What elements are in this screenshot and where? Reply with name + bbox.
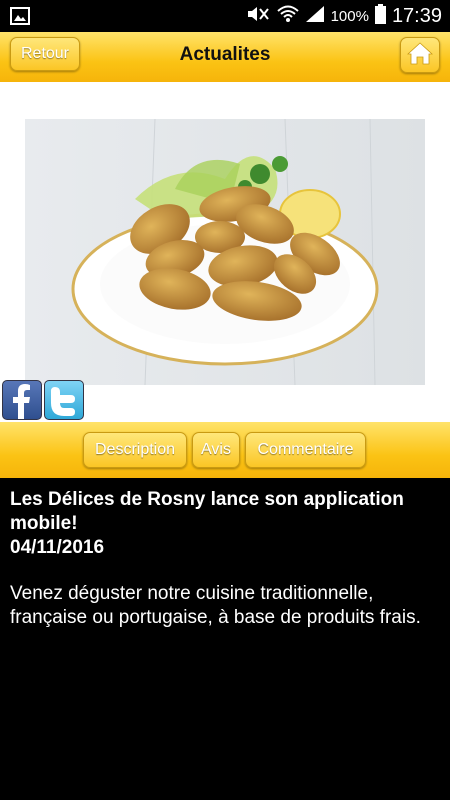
news-photo: [25, 119, 425, 385]
article-date: 04/11/2016: [10, 537, 105, 558]
article-content: Les Délices de Rosny lance son applicati…: [10, 488, 440, 630]
twitter-icon[interactable]: [44, 380, 84, 420]
article-body: Venez déguster notre cuisine traditionne…: [10, 583, 421, 628]
signal-icon: [305, 5, 325, 27]
tabs-bar: Description Avis Commentaire: [0, 422, 450, 478]
wifi-icon: [276, 5, 299, 27]
media-area: [0, 82, 450, 422]
status-bar: 100% 17:39: [0, 0, 450, 32]
facebook-icon[interactable]: [2, 380, 42, 420]
status-icons: 100% 17:39: [245, 4, 442, 28]
battery-icon: [374, 4, 386, 28]
mute-icon: [245, 5, 271, 27]
image-icon: [10, 7, 30, 30]
page-title: Actualites: [179, 44, 271, 65]
battery-text: 100%: [330, 7, 369, 25]
home-button[interactable]: [400, 37, 440, 73]
home-icon: [406, 41, 434, 70]
tab-description[interactable]: Description: [83, 432, 187, 468]
clock: 17:39: [391, 4, 442, 27]
tab-avis[interactable]: Avis: [192, 432, 240, 468]
tab-commentaire[interactable]: Commentaire: [245, 432, 366, 468]
app-header: Retour Actualites: [0, 32, 450, 82]
social-buttons: [2, 380, 84, 420]
article-title: Les Délices de Rosny lance son applicati…: [10, 489, 404, 534]
